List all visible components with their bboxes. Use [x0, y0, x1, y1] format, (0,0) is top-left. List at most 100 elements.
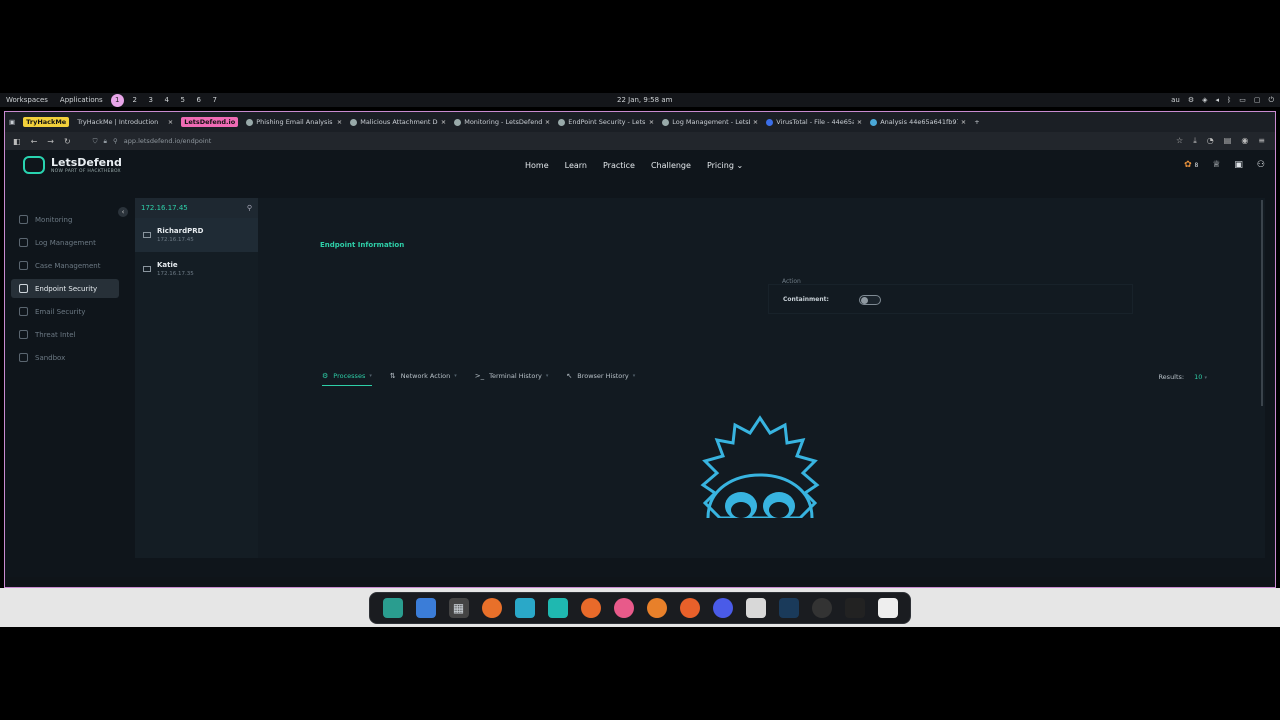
sidebar-item-log-management[interactable]: Log Management: [11, 233, 119, 252]
tab-phishing[interactable]: Phishing Email Analysis - L×: [242, 115, 346, 129]
menu-learn[interactable]: Learn: [557, 161, 595, 170]
endpoint-item-katie[interactable]: Katie 172.16.17.35: [135, 252, 258, 286]
reload-icon[interactable]: ↻: [64, 137, 71, 146]
close-icon[interactable]: ×: [649, 118, 654, 126]
firefox-window-4-icon[interactable]: [679, 598, 700, 618]
workspace-5[interactable]: 5: [175, 96, 191, 104]
volume-icon[interactable]: ◂: [1215, 96, 1219, 104]
page-scrollbar[interactable]: [1261, 200, 1263, 406]
tab-group-letsdefend[interactable]: LetsDefend.io: [181, 117, 239, 127]
downloads-icon[interactable]: ⤓: [1193, 136, 1197, 146]
terminal-icon[interactable]: [844, 598, 865, 618]
workspace-7[interactable]: 7: [207, 96, 223, 104]
battery-icon[interactable]: ▭: [1239, 96, 1246, 104]
bookmark-star-icon[interactable]: ☆: [1176, 136, 1183, 146]
menu-icon[interactable]: ≡: [1258, 136, 1265, 146]
sidebar-item-monitoring[interactable]: Monitoring: [11, 210, 119, 229]
apps-grid-icon[interactable]: ▦: [448, 598, 469, 618]
address-bar[interactable]: ⛉ 🔒︎ ⚲ app.letsdefend.io/endpoint: [93, 137, 212, 146]
bluetooth-icon[interactable]: ᛒ: [1227, 96, 1231, 104]
search-icon[interactable]: ⚲: [247, 204, 252, 212]
tab-monitoring[interactable]: Monitoring - LetsDefend ×: [450, 115, 554, 129]
workspace-2[interactable]: 2: [127, 96, 143, 104]
app-launcher-icon[interactable]: [382, 598, 403, 618]
sidebar-item-endpoint-security[interactable]: Endpoint Security: [11, 279, 119, 298]
url-text[interactable]: app.letsdefend.io/endpoint: [124, 137, 212, 145]
menu-home[interactable]: Home: [517, 161, 557, 170]
tab-browser-history[interactable]: ↖ Browser History ▾: [566, 366, 635, 386]
shield-icon[interactable]: ⛉: [93, 137, 98, 146]
site-settings-icon[interactable]: ⚲: [113, 137, 118, 145]
sidebar-item-threat-intel[interactable]: Threat Intel: [11, 325, 119, 344]
tab-group-tryhackme[interactable]: TryHackMe: [23, 117, 70, 127]
steam-icon[interactable]: [778, 598, 799, 618]
signal-icon[interactable]: [712, 598, 733, 618]
firefox-icon[interactable]: [481, 598, 502, 618]
firefox-window-3-icon[interactable]: [646, 598, 667, 618]
tab-tryhackme-intro[interactable]: TryHackMe | Introduction ×: [73, 115, 177, 129]
close-icon[interactable]: ×: [441, 118, 446, 126]
tab-analysis[interactable]: Analysis 44e65a641fb970 ×: [866, 115, 970, 129]
close-icon[interactable]: ×: [168, 118, 173, 126]
tab-virustotal[interactable]: VirusTotal - File - 44e65a6 ×: [762, 115, 866, 129]
endpoint-search[interactable]: 172.16.17.45 ⚲: [135, 198, 258, 218]
firefox-window-1-icon[interactable]: [580, 598, 601, 618]
obs-icon[interactable]: [811, 598, 832, 618]
sidebar-item-email-security[interactable]: Email Security: [11, 302, 119, 321]
letsdefend-logo[interactable]: LetsDefend NOW PART OF HACKTHEBOX: [23, 156, 122, 174]
search-input[interactable]: 172.16.17.45: [141, 204, 188, 212]
chat-icon[interactable]: ▣: [1234, 160, 1243, 170]
workspace-3[interactable]: 3: [143, 96, 159, 104]
tab-endpoint-security[interactable]: EndPoint Security - LetsDe×: [554, 115, 658, 129]
endpoint-item-richardprd[interactable]: RichardPRD 172.16.17.45: [135, 218, 258, 252]
close-icon[interactable]: ×: [857, 118, 862, 126]
applications-menu[interactable]: Applications: [60, 96, 103, 104]
notification-icon[interactable]: ▢: [1254, 96, 1261, 104]
store-icon[interactable]: [547, 598, 568, 618]
user-icon[interactable]: ⚇: [1257, 160, 1265, 170]
back-icon[interactable]: ←: [31, 137, 38, 146]
forward-icon[interactable]: →: [47, 137, 54, 146]
settings-icon[interactable]: ⚙: [1188, 96, 1194, 104]
close-icon[interactable]: ×: [753, 118, 758, 126]
window-switcher-icon[interactable]: [415, 598, 436, 618]
extension-icon[interactable]: ▤: [1224, 136, 1232, 146]
monitor-icon: [143, 232, 151, 238]
gmail-icon[interactable]: [745, 598, 766, 618]
clock[interactable]: 22 Jan, 9:58 am: [617, 96, 672, 104]
workspace-6[interactable]: 6: [191, 96, 207, 104]
files-icon[interactable]: [514, 598, 535, 618]
tab-malicious-attachment[interactable]: Malicious Attachment Dete×: [346, 115, 450, 129]
sidebar-item-sandbox[interactable]: Sandbox: [11, 348, 119, 367]
sidebar-toggle-icon[interactable]: ▣: [5, 112, 19, 132]
keyboard-icon[interactable]: [877, 598, 898, 618]
results-selector[interactable]: Results: 10 ▾: [1158, 373, 1207, 381]
coins-badge[interactable]: ✿ 8: [1184, 160, 1198, 170]
network-icon[interactable]: ◈: [1202, 96, 1207, 104]
menu-challenge[interactable]: Challenge: [643, 161, 699, 170]
results-value[interactable]: 10: [1194, 373, 1202, 381]
tab-processes[interactable]: ⚙ Processes ▾: [322, 366, 372, 386]
firefox-window-2-icon[interactable]: [613, 598, 634, 618]
tab-log-management[interactable]: Log Management - LetsDe ×: [658, 115, 762, 129]
sidebar-item-case-management[interactable]: Case Management: [11, 256, 119, 275]
account-icon[interactable]: ◉: [1241, 136, 1248, 146]
pocket-icon[interactable]: ◔: [1207, 136, 1214, 146]
workspace-4[interactable]: 4: [159, 96, 175, 104]
tab-terminal-history[interactable]: >_ Terminal History ▾: [475, 366, 549, 386]
sidebar-icon[interactable]: ◧: [13, 137, 21, 146]
workspaces-menu[interactable]: Workspaces: [6, 96, 48, 104]
close-icon[interactable]: ×: [961, 118, 966, 126]
power-icon[interactable]: ⏻: [1268, 96, 1274, 105]
tab-network-action[interactable]: ⇅ Network Action ▾: [390, 366, 457, 386]
lock-icon[interactable]: 🔒︎: [104, 137, 107, 146]
menu-practice[interactable]: Practice: [595, 161, 643, 170]
close-icon[interactable]: ×: [545, 118, 550, 126]
trophy-icon[interactable]: ♕: [1212, 160, 1220, 170]
close-icon[interactable]: ×: [337, 118, 342, 126]
workspace-1[interactable]: 1: [110, 93, 124, 107]
menu-pricing[interactable]: Pricing ⌄: [699, 161, 751, 170]
keyboard-layout[interactable]: au: [1171, 96, 1180, 104]
new-tab-icon[interactable]: +: [970, 112, 983, 132]
containment-toggle[interactable]: [859, 295, 881, 305]
